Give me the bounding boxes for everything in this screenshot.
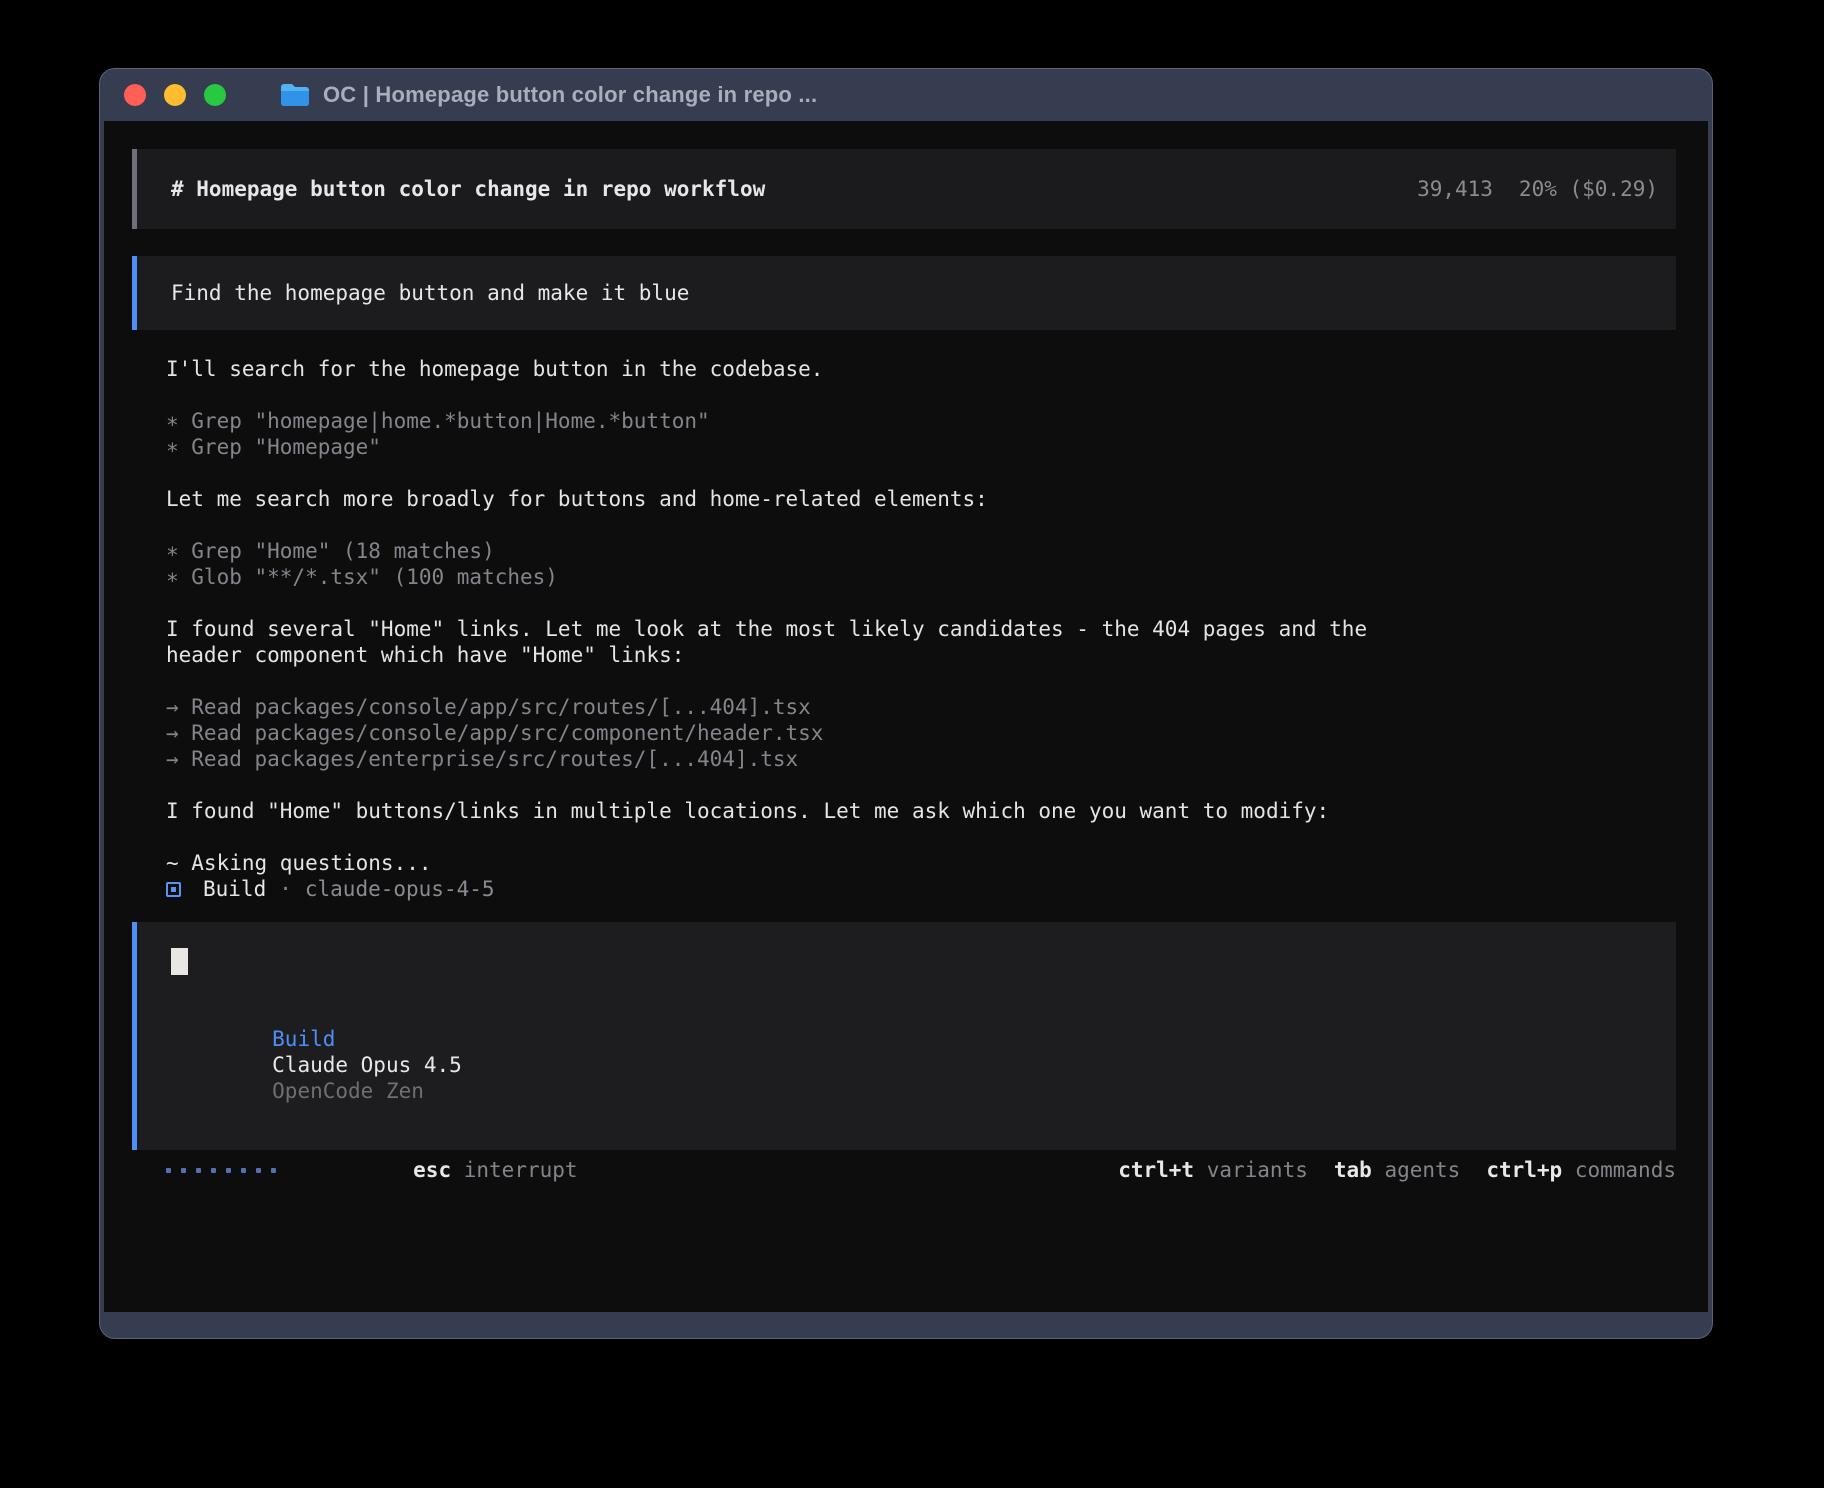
spinner-dot xyxy=(256,1168,261,1173)
blank-line xyxy=(166,824,1676,850)
input-agent-label[interactable]: Build xyxy=(272,1027,335,1051)
context-cost: 20% ($0.29) xyxy=(1519,176,1658,202)
hint-key: ctrl+t xyxy=(1118,1158,1194,1182)
model-line: Build Claude Opus 4.5 OpenCode Zen xyxy=(171,1000,1658,1130)
assistant-text-line: header component which have "Home" links… xyxy=(166,642,1676,668)
hint-key: tab xyxy=(1334,1158,1372,1182)
esc-label: interrupt xyxy=(464,1158,578,1182)
blank-line xyxy=(166,460,1676,486)
spinner-dot xyxy=(166,1168,171,1173)
hint-label: agents xyxy=(1384,1158,1460,1182)
esc-key: esc xyxy=(413,1158,451,1182)
keyboard-hint-variants: ctrl+t variants xyxy=(1118,1157,1308,1183)
traffic-lights xyxy=(124,84,226,106)
assistant-text-line: I found "Home" buttons/links in multiple… xyxy=(166,798,1676,824)
blank-line xyxy=(166,772,1676,798)
close-button[interactable] xyxy=(124,84,146,106)
assistant-text-line: Let me search more broadly for buttons a… xyxy=(166,486,1676,512)
agent-name: Build xyxy=(203,876,266,902)
interrupt-hint: esc interrupt xyxy=(312,1131,578,1209)
text-cursor xyxy=(171,948,188,975)
user-message: Find the homepage button and make it blu… xyxy=(132,256,1676,330)
session-header: # Homepage button color change in repo w… xyxy=(132,149,1676,229)
minimize-button[interactable] xyxy=(164,84,186,106)
token-count: 39,413 xyxy=(1417,176,1493,202)
session-meta: 39,413 20% ($0.29) xyxy=(1417,176,1658,202)
user-message-text: Find the homepage button and make it blu… xyxy=(171,280,689,306)
input-provider-label: OpenCode Zen xyxy=(272,1079,424,1103)
terminal-window: OC | Homepage button color change in rep… xyxy=(99,68,1713,1339)
tool-call-line: ∗ Grep "Home" (18 matches) xyxy=(166,538,1676,564)
spinner-dot xyxy=(196,1168,201,1173)
separator-dot: · xyxy=(279,876,292,902)
tool-call-line: ∗ Glob "**/*.tsx" (100 matches) xyxy=(166,564,1676,590)
blank-line xyxy=(166,590,1676,616)
blue-square-icon xyxy=(166,882,181,897)
window-title: OC | Homepage button color change in rep… xyxy=(323,82,817,108)
spinner-dot xyxy=(241,1168,246,1173)
tool-call-line: → Read packages/console/app/src/componen… xyxy=(166,720,1676,746)
prompt-input[interactable]: Build Claude Opus 4.5 OpenCode Zen xyxy=(132,922,1676,1150)
spinner-dot xyxy=(211,1168,216,1173)
agent-status-line: Build · claude-opus-4-5 xyxy=(132,876,1676,902)
zoom-button[interactable] xyxy=(204,84,226,106)
assistant-text-line: I found several "Home" links. Let me loo… xyxy=(166,616,1676,642)
keyboard-hint-agents: tab agents xyxy=(1334,1157,1460,1183)
tool-call-line: ∗ Grep "Homepage" xyxy=(166,434,1676,460)
tool-call-line: → Read packages/console/app/src/routes/[… xyxy=(166,694,1676,720)
input-model-label[interactable]: Claude Opus 4.5 xyxy=(272,1053,462,1077)
folder-icon xyxy=(280,83,310,107)
keyboard-hint-commands: ctrl+p commands xyxy=(1486,1157,1676,1183)
hint-key: ctrl+p xyxy=(1486,1158,1562,1182)
statusbar: esc interrupt ctrl+t variantstab agentsc… xyxy=(132,1157,1676,1183)
statusbar-right: ctrl+t variants tab agents ctrl+p commands xyxy=(1118,1157,1676,1183)
spinner-dots xyxy=(166,1168,276,1173)
tool-call-line: → Read packages/enterprise/src/routes/[.… xyxy=(166,746,1676,772)
spinner-dot xyxy=(226,1168,231,1173)
blank-line xyxy=(166,382,1676,408)
terminal-content: # Homepage button color change in repo w… xyxy=(104,121,1708,1312)
blank-line xyxy=(166,668,1676,694)
assistant-text-line: I'll search for the homepage button in t… xyxy=(166,356,1676,382)
titlebar: OC | Homepage button color change in rep… xyxy=(100,69,1712,121)
assistant-text-line: ~ Asking questions... xyxy=(166,850,1676,876)
session-title: # Homepage button color change in repo w… xyxy=(171,176,765,202)
tool-call-line: ∗ Grep "homepage|home.*button|Home.*butt… xyxy=(166,408,1676,434)
agent-model: claude-opus-4-5 xyxy=(305,876,495,902)
spinner-dot xyxy=(181,1168,186,1173)
hint-label: variants xyxy=(1207,1158,1308,1182)
conversation: I'll search for the homepage button in t… xyxy=(132,356,1676,876)
hint-label: commands xyxy=(1575,1158,1676,1182)
blank-line xyxy=(166,512,1676,538)
spinner-dot xyxy=(271,1168,276,1173)
